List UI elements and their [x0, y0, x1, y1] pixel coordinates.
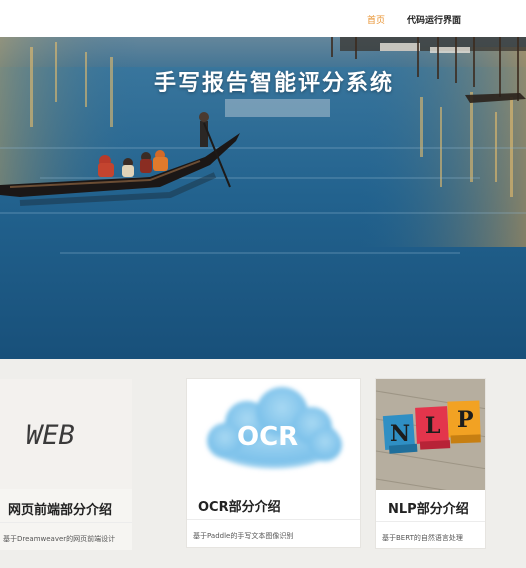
- hero-subtitle-blur: [225, 99, 330, 117]
- ocr-card-image: OCR: [187, 379, 360, 489]
- card-ocr-description: 基于Paddle的手写文本图像识别: [193, 532, 294, 540]
- card-ocr-title[interactable]: OCR部分介绍: [198, 496, 281, 515]
- card-web-description: 基于Dreamweaver的网页前端设计: [3, 535, 116, 543]
- hero-banner: 手写报告智能评分系统: [0, 37, 526, 359]
- card-web-title[interactable]: 网页前端部分介绍: [8, 499, 112, 518]
- nav-home-link[interactable]: 首页: [367, 13, 385, 26]
- nlp-card-image: N L P: [376, 379, 485, 490]
- card-ocr-divider: [187, 519, 360, 520]
- nlp-block-l: L: [425, 413, 440, 439]
- top-nav: 首页 代码运行界面: [0, 0, 526, 37]
- nlp-block-p: P: [457, 407, 474, 433]
- web-logo-text: WEB: [26, 420, 75, 451]
- web-card-image: WEB: [0, 379, 132, 489]
- nav-run-link[interactable]: 代码运行界面: [407, 13, 461, 26]
- card-nlp-divider: [376, 521, 485, 522]
- card-nlp[interactable]: N L P NLP部分介绍 基于BERT的自然语言处理: [375, 378, 486, 549]
- hero-title: 手写报告智能评分系统: [153, 71, 394, 96]
- card-ocr[interactable]: OCR OCR部分介绍 基于Paddle的手写文本图像识别: [186, 378, 361, 548]
- ocr-logo-text: OCR: [237, 422, 298, 452]
- card-nlp-title[interactable]: NLP部分介绍: [388, 498, 469, 517]
- card-web-divider: [0, 522, 132, 523]
- card-nlp-description: 基于BERT的自然语言处理: [382, 534, 463, 542]
- card-web[interactable]: WEB 网页前端部分介绍 基于Dreamweaver的网页前端设计: [0, 379, 132, 550]
- nlp-block-n: N: [390, 421, 410, 447]
